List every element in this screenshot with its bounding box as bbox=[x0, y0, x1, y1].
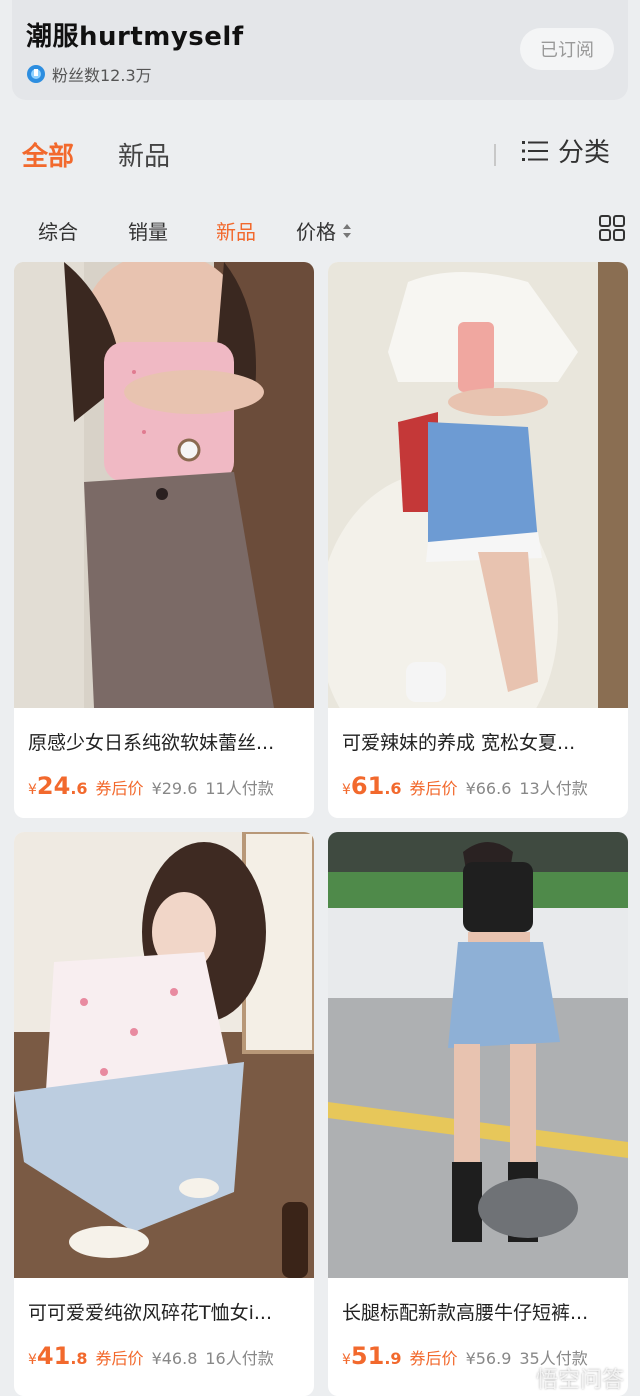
tab-new[interactable]: 新品 bbox=[118, 136, 170, 173]
sort-price[interactable]: 价格 bbox=[296, 216, 352, 245]
shop-header: 潮服hurtmyself 粉丝数12.3万 已订阅 bbox=[12, 0, 628, 100]
product-image[interactable] bbox=[14, 262, 314, 708]
product-image[interactable] bbox=[328, 262, 628, 708]
category-label: 分类 bbox=[557, 138, 610, 168]
sort-comprehensive[interactable]: 综合 bbox=[38, 216, 78, 245]
product-card[interactable]: 原感少女日系纯欲软妹蕾丝... ¥ 24 .6 券后价 ¥29.6 11人付款 bbox=[14, 262, 314, 818]
sort-arrows-icon bbox=[343, 223, 351, 238]
tab-all[interactable]: 全部 bbox=[22, 136, 74, 173]
coupon-price-label: 券后价 bbox=[95, 1349, 144, 1368]
paid-count: 13人付款 bbox=[519, 779, 588, 798]
list-icon bbox=[521, 140, 548, 161]
tab-divider bbox=[494, 144, 496, 166]
price-integer: 61 bbox=[350, 772, 385, 800]
top-tabs: 全部 新品 分类 bbox=[0, 118, 640, 188]
watermark-label: 悟空问答 bbox=[535, 1368, 624, 1393]
sort-new[interactable]: 新品 bbox=[216, 216, 256, 245]
product-image[interactable] bbox=[14, 832, 314, 1278]
fans-badge-icon bbox=[27, 65, 45, 83]
category-button[interactable]: 分类 bbox=[521, 132, 610, 169]
watermark: 悟空问答 bbox=[536, 1362, 624, 1394]
price-decimal: .6 bbox=[384, 779, 402, 798]
product-title[interactable]: 可可爱爱纯欲风碎花T恤女i... bbox=[28, 1298, 308, 1325]
sort-bar: 综合 销量 新品 价格 bbox=[0, 204, 640, 254]
price-row: ¥ 41 .8 券后价 ¥46.8 16人付款 bbox=[28, 1342, 274, 1370]
product-title[interactable]: 长腿标配新款高腰牛仔短裤... bbox=[342, 1298, 622, 1325]
shop-name[interactable]: 潮服hurtmyself bbox=[26, 16, 244, 53]
sort-price-label: 价格 bbox=[296, 220, 336, 244]
original-price: ¥29.6 bbox=[151, 779, 198, 798]
product-card[interactable]: 可爱辣妹的养成 宽松女夏... ¥ 61 .6 券后价 ¥66.6 13人付款 bbox=[328, 262, 628, 818]
price-integer: 51 bbox=[350, 1342, 385, 1370]
coupon-price-label: 券后价 bbox=[95, 779, 144, 798]
coupon-price-label: 券后价 bbox=[409, 779, 458, 798]
original-price: ¥46.8 bbox=[151, 1349, 198, 1368]
fans-label: 粉丝数12.3万 bbox=[52, 66, 152, 85]
original-price: ¥56.9 bbox=[465, 1349, 512, 1368]
product-title[interactable]: 可爱辣妹的养成 宽松女夏... bbox=[342, 728, 622, 755]
paid-count: 11人付款 bbox=[205, 779, 274, 798]
product-card[interactable]: 可可爱爱纯欲风碎花T恤女i... ¥ 41 .8 券后价 ¥46.8 16人付款 bbox=[14, 832, 314, 1396]
product-image[interactable] bbox=[328, 832, 628, 1278]
grid-view-icon[interactable] bbox=[598, 214, 626, 242]
price-row: ¥ 61 .6 券后价 ¥66.6 13人付款 bbox=[342, 772, 588, 800]
price-decimal: .8 bbox=[70, 1349, 88, 1368]
paid-count: 16人付款 bbox=[205, 1349, 274, 1368]
price-integer: 41 bbox=[36, 1342, 71, 1370]
sort-sales[interactable]: 销量 bbox=[128, 216, 168, 245]
price-decimal: .9 bbox=[384, 1349, 402, 1368]
fans-count: 粉丝数12.3万 bbox=[26, 62, 152, 86]
coupon-price-label: 券后价 bbox=[409, 1349, 458, 1368]
currency-symbol: ¥ bbox=[342, 1352, 351, 1368]
price-decimal: .6 bbox=[70, 779, 88, 798]
original-price: ¥66.6 bbox=[465, 779, 512, 798]
price-row: ¥ 24 .6 券后价 ¥29.6 11人付款 bbox=[28, 772, 274, 800]
price-integer: 24 bbox=[36, 772, 71, 800]
currency-symbol: ¥ bbox=[342, 782, 351, 798]
currency-symbol: ¥ bbox=[28, 1352, 37, 1368]
product-title[interactable]: 原感少女日系纯欲软妹蕾丝... bbox=[28, 728, 308, 755]
currency-symbol: ¥ bbox=[28, 782, 37, 798]
product-card[interactable]: 长腿标配新款高腰牛仔短裤... ¥ 51 .9 券后价 ¥56.9 35人付款 … bbox=[328, 832, 628, 1396]
subscribed-button[interactable]: 已订阅 bbox=[520, 28, 614, 70]
